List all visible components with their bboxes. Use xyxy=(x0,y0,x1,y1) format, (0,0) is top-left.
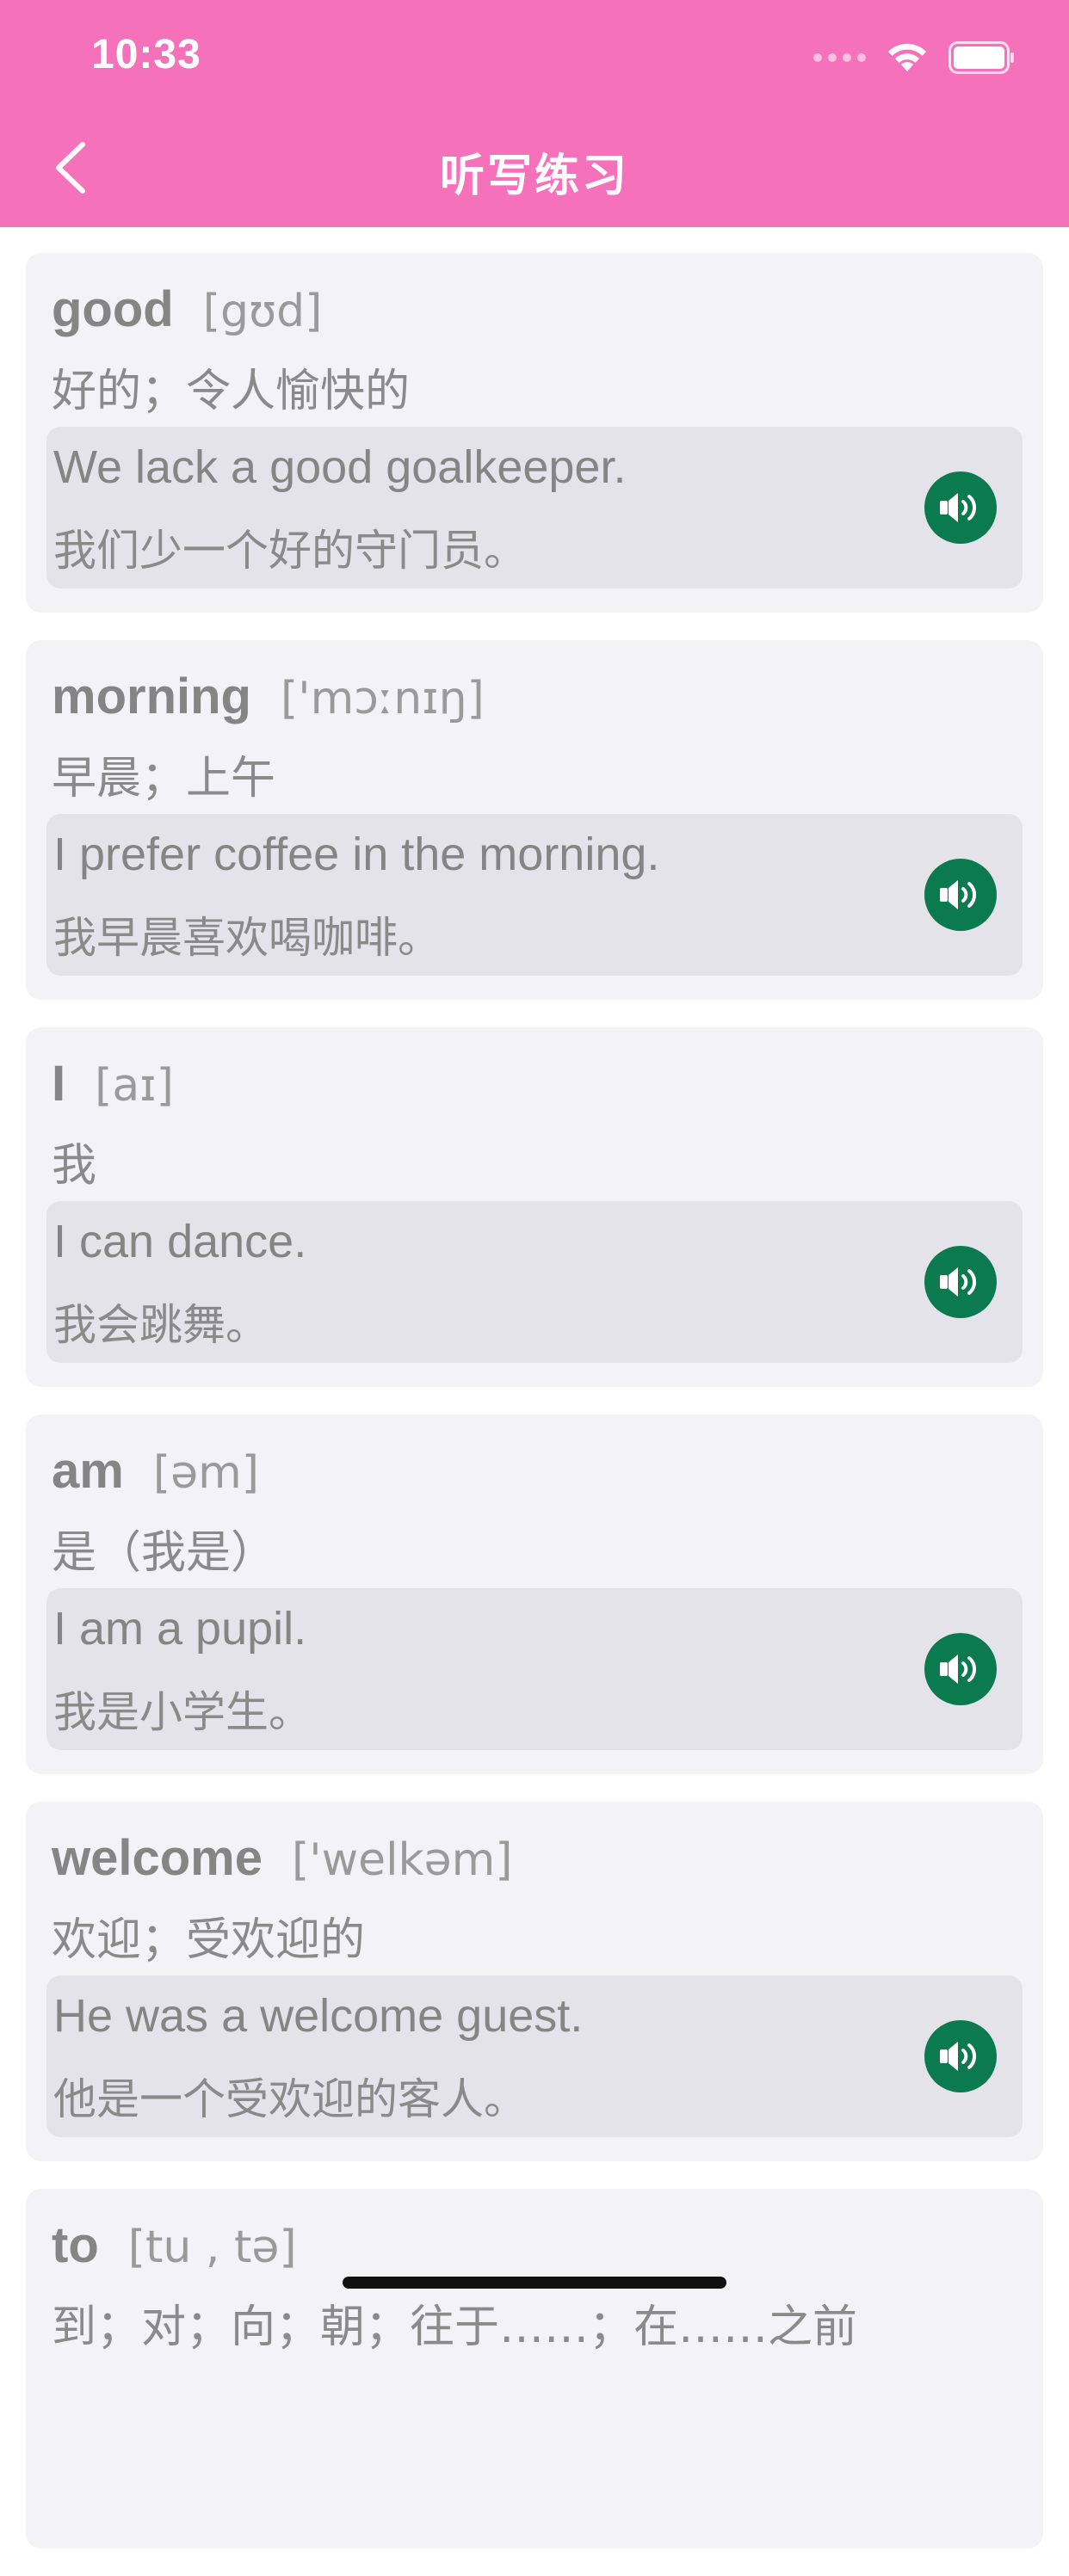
cellular-signal-icon xyxy=(813,53,866,62)
example-sentence-zh: 我会跳舞。 xyxy=(53,1300,269,1350)
example-sentence-zh: 我们少一个好的守门员。 xyxy=(53,526,527,576)
word-card: welcome ['welkəm] 欢迎；受欢迎的 He was a welco… xyxy=(26,1802,1043,2161)
example-sentence-en: We lack a good goalkeeper. xyxy=(53,441,627,493)
word-meaning: 是（我是） xyxy=(52,1527,276,1579)
play-audio-button[interactable] xyxy=(924,1246,997,1318)
speaker-icon xyxy=(940,493,976,522)
example-sentence-zh: 我是小学生。 xyxy=(53,1687,312,1737)
speaker-icon xyxy=(940,1267,976,1297)
word-card: am [əm] 是（我是） I am a pupil. 我是小学生。 xyxy=(26,1414,1043,1774)
word-meaning: 到；对；向；朝；往于……；在……之前 xyxy=(52,2302,858,2353)
word-text: I xyxy=(52,1056,66,1112)
word-meaning: 好的；令人愉快的 xyxy=(52,366,411,417)
status-icons xyxy=(813,36,1016,79)
play-audio-button[interactable] xyxy=(924,2020,997,2092)
example-sentence-en: I prefer coffee in the morning. xyxy=(53,829,660,880)
word-list: good [gʊd] 好的；令人愉快的 We lack a good goalk… xyxy=(26,253,1043,2576)
word-phonetic: ['mɔːnɪŋ] xyxy=(280,673,485,724)
example-sentence-zh: 我早晨喜欢喝咖啡。 xyxy=(53,913,441,963)
play-audio-button[interactable] xyxy=(924,1633,997,1705)
word-card: to [tu , tə] 到；对；向；朝；往于……；在……之前 xyxy=(26,2189,1043,2548)
word-text: welcome xyxy=(52,1830,263,1886)
example-box: I can dance. 我会跳舞。 xyxy=(46,1201,1023,1363)
play-audio-button[interactable] xyxy=(924,471,997,544)
speaker-icon xyxy=(940,2042,976,2071)
play-audio-button[interactable] xyxy=(924,859,997,931)
example-box: We lack a good goalkeeper. 我们少一个好的守门员。 xyxy=(46,427,1023,589)
example-sentence-en: I am a pupil. xyxy=(53,1603,307,1655)
word-text: am xyxy=(52,1443,124,1499)
speaker-icon xyxy=(940,1655,976,1684)
word-phonetic: [əm] xyxy=(152,1447,260,1499)
word-text: good xyxy=(52,281,174,337)
word-phonetic: [aɪ] xyxy=(95,1060,174,1112)
word-phonetic: [tu , tə] xyxy=(127,2222,297,2273)
word-text: to xyxy=(52,2217,99,2273)
word-meaning: 我 xyxy=(52,1140,97,1192)
wifi-icon xyxy=(888,43,926,71)
word-text: morning xyxy=(52,669,251,724)
status-time: 10:33 xyxy=(91,32,201,77)
page-title: 听写练习 xyxy=(439,151,629,201)
example-sentence-en: I can dance. xyxy=(53,1216,307,1267)
speaker-icon xyxy=(940,880,976,909)
word-meaning: 早晨；上午 xyxy=(52,753,276,804)
battery-icon xyxy=(949,41,1014,74)
word-meaning: 欢迎；受欢迎的 xyxy=(52,1914,366,1966)
word-card: good [gʊd] 好的；令人愉快的 We lack a good goalk… xyxy=(26,253,1043,613)
word-phonetic: ['welkəm] xyxy=(292,1834,513,1886)
nav-header: 10:33 听写练习 xyxy=(0,0,1069,227)
example-sentence-zh: 他是一个受欢迎的客人。 xyxy=(53,2074,527,2124)
home-indicator[interactable] xyxy=(343,2277,726,2289)
word-phonetic: [gʊd] xyxy=(202,286,323,337)
word-card: morning ['mɔːnɪŋ] 早晨；上午 I prefer coffee … xyxy=(26,640,1043,1000)
example-box: I am a pupil. 我是小学生。 xyxy=(46,1588,1023,1750)
word-card: I [aɪ] 我 I can dance. 我会跳舞。 xyxy=(26,1027,1043,1387)
example-box: He was a welcome guest. 他是一个受欢迎的客人。 xyxy=(46,1975,1023,2137)
example-sentence-en: He was a welcome guest. xyxy=(53,1990,584,2042)
example-box: I prefer coffee in the morning. 我早晨喜欢喝咖啡… xyxy=(46,814,1023,976)
